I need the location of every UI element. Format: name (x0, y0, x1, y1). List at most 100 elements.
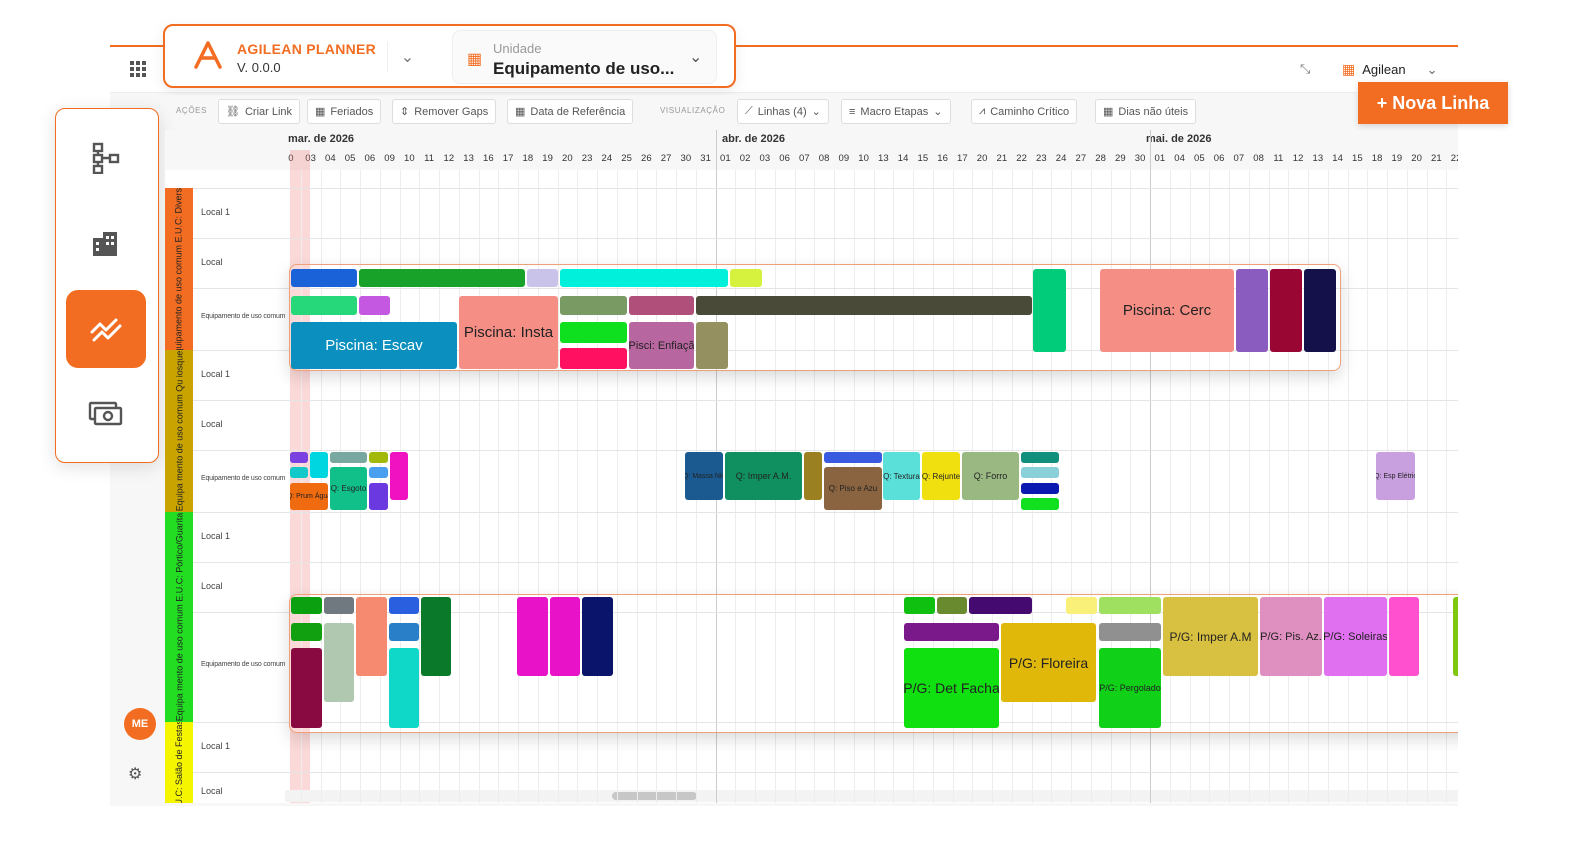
task-bar[interactable] (356, 597, 387, 676)
task-bar[interactable] (1066, 597, 1097, 614)
sidebar-item-hierarchy[interactable] (66, 119, 146, 197)
macro-etapas-dropdown[interactable]: ≡ Macro Etapas ⌄ (841, 99, 951, 124)
task-bar[interactable]: P/G: Pergolado (1099, 648, 1161, 728)
row-label: Equipamento de uso comum (201, 475, 286, 482)
task-bar[interactable] (1304, 269, 1336, 352)
task-bar[interactable] (730, 269, 762, 287)
criar-link-button[interactable]: ⛓ Criar Link (218, 99, 301, 124)
task-bar[interactable] (290, 467, 308, 478)
task-bar[interactable]: P/G: Pis. Az. (1260, 597, 1322, 676)
task-bar[interactable] (390, 452, 408, 500)
task-bar[interactable] (1021, 467, 1059, 478)
task-bar[interactable] (389, 623, 419, 641)
task-bar[interactable] (389, 597, 419, 614)
task-bar[interactable] (804, 452, 822, 500)
task-bar[interactable] (904, 623, 999, 641)
task-bar[interactable] (369, 467, 388, 478)
task-bar[interactable] (310, 452, 328, 478)
task-bar[interactable]: Q: Imper A.M. (725, 452, 802, 500)
task-bar[interactable] (824, 452, 882, 463)
task-bar[interactable] (1021, 483, 1059, 494)
task-bar[interactable]: P/G: Floreira (1001, 623, 1096, 702)
task-bar[interactable]: Q: Esgoto (330, 467, 367, 510)
task-bar[interactable] (1453, 597, 1458, 676)
task-bar[interactable] (330, 452, 367, 463)
task-bar[interactable]: Q: Forro (962, 452, 1019, 500)
task-bar[interactable] (937, 597, 967, 614)
gear-icon[interactable]: ⚙ (128, 764, 142, 784)
task-bar[interactable] (629, 296, 694, 315)
unit-selector[interactable]: ▦ Unidade Equipamento de uso... ⌄ (452, 30, 717, 84)
task-bar[interactable] (1270, 269, 1302, 352)
task-bar[interactable]: Q: Massa Niv (685, 452, 723, 500)
task-bar[interactable]: Piscina: Escav (291, 322, 457, 369)
caminho-critico-button[interactable]: ⩘ Caminho Crítico (971, 99, 1078, 124)
sidebar-item-costs[interactable] (66, 375, 146, 453)
version-chevron-icon[interactable]: ⌄ (387, 42, 427, 72)
task-bar[interactable] (696, 296, 1032, 315)
linhas-dropdown[interactable]: ⟋ Linhas (4) ⌄ (737, 99, 829, 124)
task-bar[interactable] (1021, 498, 1059, 510)
task-bar[interactable] (359, 269, 525, 287)
task-bar[interactable] (1099, 623, 1161, 641)
task-bar[interactable] (560, 296, 627, 315)
task-bar[interactable] (291, 623, 322, 641)
user-name: Agilean (1362, 62, 1406, 77)
task-bar[interactable] (969, 597, 1032, 614)
apps-grid-icon[interactable] (130, 61, 146, 77)
nova-linha-button[interactable]: + Nova Linha (1358, 82, 1508, 124)
dias-nao-uteis-button[interactable]: ▦ Dias não úteis (1095, 99, 1197, 124)
task-bar[interactable] (291, 648, 322, 728)
task-bar[interactable] (560, 322, 627, 343)
filter-icon: ≡ (849, 105, 856, 118)
task-bar[interactable] (1021, 452, 1059, 463)
task-bar[interactable] (291, 296, 357, 315)
sidebar-item-planning[interactable] (66, 290, 146, 368)
feriados-button[interactable]: ▦ Feriados (307, 99, 382, 124)
task-bar[interactable] (696, 322, 728, 369)
task-bar[interactable] (560, 348, 627, 369)
horizontal-scrollbar[interactable] (612, 792, 697, 800)
task-bar[interactable] (517, 597, 548, 676)
day-label: 03 (759, 153, 771, 164)
task-bar[interactable]: Q: Prum Água (290, 483, 328, 510)
task-bar[interactable]: P/G: Soleiras (1324, 597, 1387, 676)
task-bar[interactable] (324, 623, 354, 702)
task-bar[interactable] (527, 269, 558, 287)
user-menu[interactable]: ▦ Agilean ⌄ (1342, 61, 1438, 78)
task-bar[interactable] (369, 483, 388, 510)
task-bar[interactable] (1389, 597, 1419, 676)
task-bar[interactable]: Q: Rejunte (922, 452, 960, 500)
task-bar[interactable] (560, 269, 728, 287)
avatar[interactable]: ME (124, 708, 156, 740)
task-bar[interactable]: Q: Piso e Azu (824, 467, 882, 510)
task-bar[interactable]: P/G: Det Facha (904, 648, 999, 728)
task-bar[interactable]: Piscina: Cerc (1100, 269, 1234, 352)
task-bar[interactable]: P/G: Imper A.M (1163, 597, 1258, 676)
day-label: 13 (878, 153, 889, 164)
task-bar[interactable] (369, 452, 388, 463)
task-bar[interactable] (290, 452, 308, 463)
data-referencia-button[interactable]: ▦ Data de Referência (507, 99, 634, 124)
task-bar[interactable]: Pisci: Enfiaçã (629, 322, 694, 369)
sidebar-item-buildings[interactable] (66, 204, 146, 282)
task-bar[interactable] (904, 597, 935, 614)
task-bar[interactable] (1033, 269, 1066, 352)
task-bar[interactable]: Q: Textura (883, 452, 920, 500)
task-bar[interactable] (389, 648, 419, 728)
task-bar[interactable]: Piscina: Insta (459, 296, 558, 369)
task-bar[interactable]: Q: Esp Elétric (1376, 452, 1415, 500)
task-bar[interactable] (291, 269, 357, 287)
task-bar[interactable] (550, 597, 580, 676)
task-bar[interactable] (359, 296, 390, 315)
task-bar[interactable] (324, 597, 354, 614)
task-bar[interactable] (1236, 269, 1268, 352)
task-bar[interactable] (582, 597, 613, 676)
task-bar[interactable] (291, 597, 322, 614)
group-band-label: Equipa mento de uso comum Qu iosque (174, 350, 184, 512)
remover-gaps-button[interactable]: ⇕ Remover Gaps (392, 99, 497, 124)
task-bar[interactable] (421, 597, 451, 676)
actions-section-label: AÇÕES (176, 106, 208, 115)
task-bar[interactable] (1099, 597, 1161, 614)
collapse-icon[interactable]: ⤡ (1300, 61, 1310, 77)
